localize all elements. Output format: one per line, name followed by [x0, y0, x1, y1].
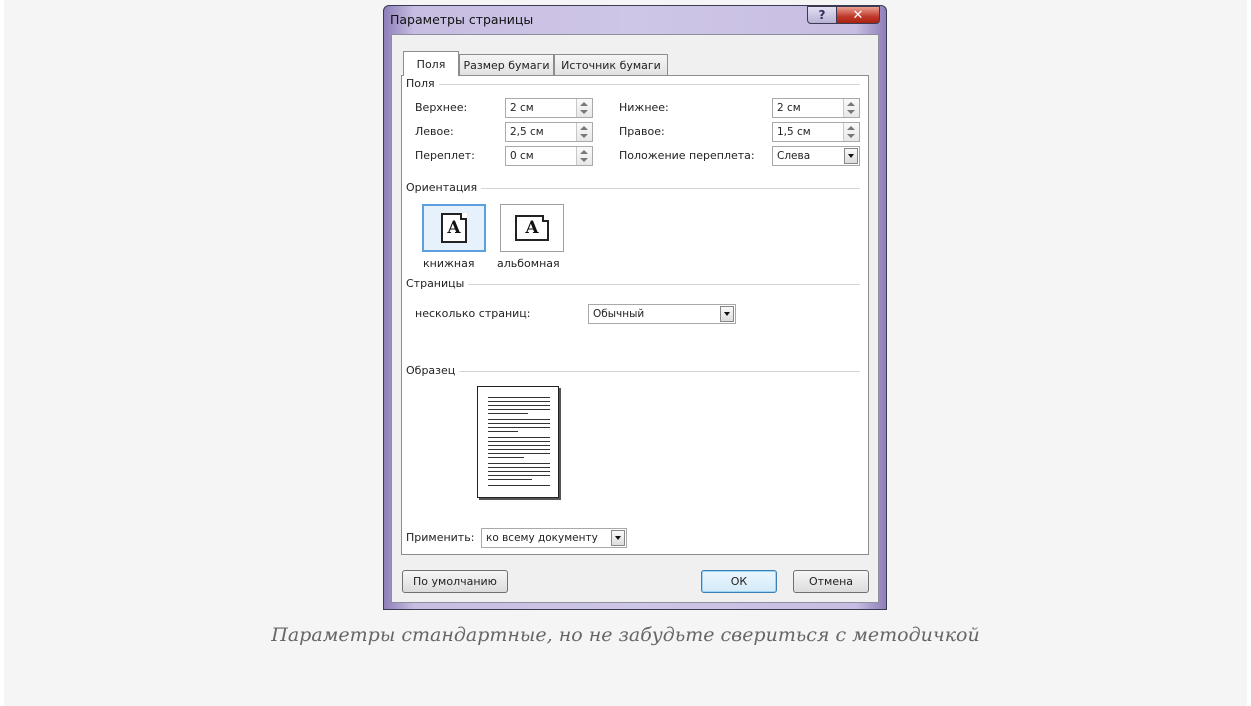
portrait-label[interactable]: книжная	[423, 257, 474, 270]
spin-down-icon	[580, 158, 588, 162]
spin-up-icon	[847, 102, 855, 106]
margins-group-label: Поля	[406, 77, 439, 90]
bottom-margin-spinner[interactable]	[843, 99, 859, 117]
spin-up-icon	[580, 102, 588, 106]
dropdown-arrow-icon[interactable]	[720, 306, 734, 322]
gutter-position-label: Положение переплета:	[619, 149, 755, 162]
help-icon: ?	[818, 8, 826, 22]
apply-to-select[interactable]: ко всему документу	[481, 528, 627, 548]
spin-down-icon	[580, 134, 588, 138]
tab-margins[interactable]: Поля	[403, 51, 459, 76]
cancel-button[interactable]: Отмена	[793, 570, 869, 593]
landscape-page-icon: A	[515, 215, 549, 241]
top-margin-value: 2 см	[510, 102, 534, 114]
tab-paper-source[interactable]: Источник бумаги	[554, 54, 668, 75]
margins-group-line	[412, 84, 860, 85]
top-margin-input[interactable]: 2 см	[505, 98, 593, 118]
gutter-position-value: Слева	[777, 150, 811, 162]
spin-down-icon	[580, 110, 588, 114]
spin-up-icon	[580, 126, 588, 130]
preview-page	[477, 386, 559, 498]
tab-paper-size[interactable]: Размер бумаги	[459, 54, 554, 75]
help-button[interactable]: ?	[807, 6, 837, 24]
top-margin-label: Верхнее:	[415, 101, 468, 114]
spin-up-icon	[847, 126, 855, 130]
spin-down-icon	[847, 110, 855, 114]
close-icon: ✕	[852, 7, 864, 23]
bottom-margin-value: 2 см	[777, 102, 801, 114]
multiple-pages-select[interactable]: Обычный	[588, 304, 736, 324]
multiple-pages-value: Обычный	[593, 308, 645, 320]
left-margin-spinner[interactable]	[576, 123, 592, 141]
dropdown-arrow-icon[interactable]	[611, 530, 625, 546]
left-margin-input[interactable]: 2,5 см	[505, 122, 593, 142]
gutter-input[interactable]: 0 см	[505, 146, 593, 166]
multiple-pages-label: несколько страниц:	[415, 307, 531, 320]
top-margin-spinner[interactable]	[576, 99, 592, 117]
left-margin-label: Левое:	[415, 125, 454, 138]
landscape-option[interactable]: A	[500, 204, 564, 252]
tab-panel-margins: Поля Верхнее: 2 см Нижнее: 2 см Левое: 2…	[401, 75, 869, 555]
orientation-group-label: Ориентация	[406, 181, 482, 194]
page-setup-dialog: Параметры страницы ? ✕ Поля Размер бумаг…	[383, 5, 887, 610]
dialog-client-area: Поля Размер бумаги Источник бумаги Поля …	[391, 34, 879, 603]
right-margin-input[interactable]: 1,5 см	[772, 122, 860, 142]
portrait-page-icon: A	[441, 213, 467, 243]
gutter-value: 0 см	[510, 150, 534, 162]
preview-group-label: Образец	[406, 364, 460, 377]
preview-group-line	[412, 371, 860, 372]
gutter-label: Переплет:	[415, 149, 475, 162]
right-margin-value: 1,5 см	[777, 126, 811, 138]
bottom-margin-input[interactable]: 2 см	[772, 98, 860, 118]
right-margin-label: Правое:	[619, 125, 665, 138]
dialog-title: Параметры страницы	[390, 12, 534, 27]
set-default-button[interactable]: По умолчанию	[402, 570, 508, 593]
figure-background: Параметры страницы ? ✕ Поля Размер бумаг…	[4, 0, 1247, 706]
right-margin-spinner[interactable]	[843, 123, 859, 141]
spin-down-icon	[847, 134, 855, 138]
image-caption: Параметры стандартные, но не забудьте св…	[271, 624, 980, 646]
portrait-option[interactable]: A	[422, 204, 486, 252]
left-margin-value: 2,5 см	[510, 126, 544, 138]
dropdown-arrow-icon[interactable]	[844, 148, 858, 164]
gutter-spinner[interactable]	[576, 147, 592, 165]
title-bar[interactable]: Параметры страницы ? ✕	[384, 6, 886, 34]
pages-group-label: Страницы	[406, 277, 469, 290]
apply-to-label: Применить:	[406, 531, 475, 544]
apply-to-value: ко всему документу	[486, 532, 598, 544]
ok-button[interactable]: ОК	[701, 570, 777, 593]
bottom-margin-label: Нижнее:	[619, 101, 669, 114]
close-button[interactable]: ✕	[836, 6, 880, 24]
landscape-label[interactable]: альбомная	[497, 257, 560, 270]
pages-group-line	[412, 284, 860, 285]
spin-up-icon	[580, 150, 588, 154]
gutter-position-select[interactable]: Слева	[772, 146, 860, 166]
